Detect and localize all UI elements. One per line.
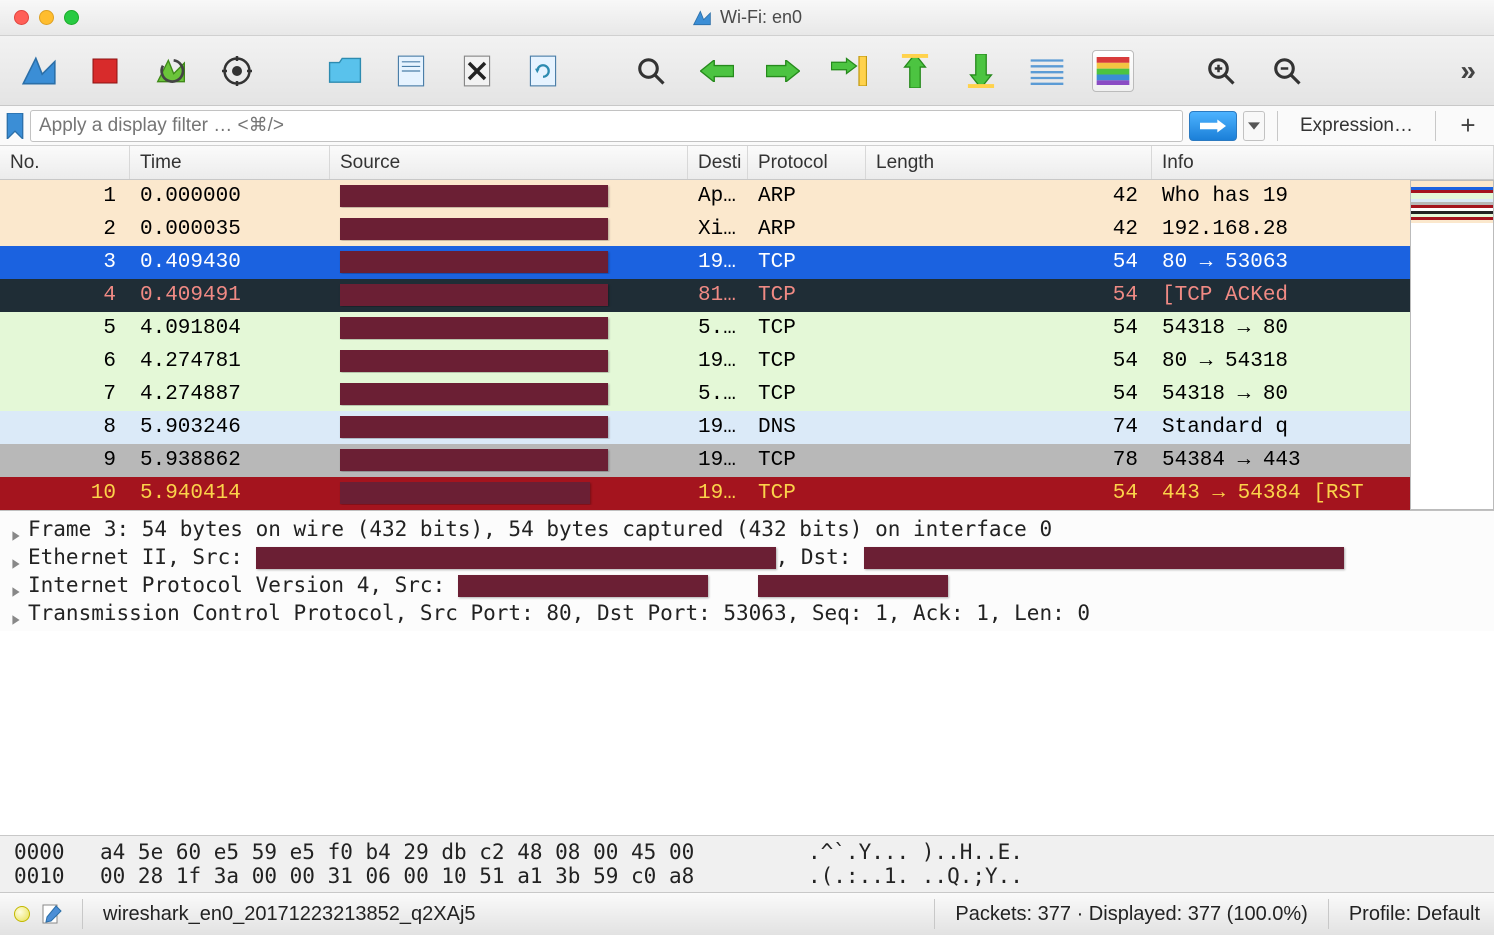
window-title-text: Wi-Fi: en0 xyxy=(720,7,802,28)
status-packet-count: Packets: 377 · Displayed: 377 (100.0%) xyxy=(955,903,1307,926)
window-titlebar: Wi-Fi: en0 xyxy=(0,0,1494,36)
expand-icon[interactable] xyxy=(10,579,22,591)
expand-icon[interactable] xyxy=(10,607,22,619)
add-filter-button[interactable]: + xyxy=(1448,110,1488,141)
column-length[interactable]: Length xyxy=(866,146,1152,179)
table-row[interactable]: 10.000000Ap…ARP42Who has 19 xyxy=(0,180,1494,213)
open-file-button[interactable] xyxy=(324,50,366,92)
status-profile[interactable]: Profile: Default xyxy=(1349,903,1480,926)
table-row[interactable]: 74.2748875.…TCP5454318 → 80 xyxy=(0,378,1494,411)
detail-frame[interactable]: Frame 3: 54 bytes on wire (432 bits), 54… xyxy=(10,515,1490,543)
expression-button[interactable]: Expression… xyxy=(1290,115,1423,137)
go-forward-button[interactable] xyxy=(762,50,804,92)
auto-scroll-button[interactable] xyxy=(1026,50,1068,92)
wireshark-icon xyxy=(692,8,712,28)
main-toolbar: » xyxy=(0,36,1494,106)
reload-file-button[interactable] xyxy=(522,50,564,92)
status-bar: wireshark_en0_20171223213852_q2XAj5 Pack… xyxy=(0,892,1494,935)
table-row[interactable]: 54.0918045.…TCP5454318 → 80 xyxy=(0,312,1494,345)
detail-ethernet-text: Ethernet II, Src: , Dst: xyxy=(28,545,1344,569)
apply-filter-button[interactable] xyxy=(1189,111,1237,141)
column-source[interactable]: Source xyxy=(330,146,688,179)
capture-options-button[interactable] xyxy=(216,50,258,92)
status-file-name: wireshark_en0_20171223213852_q2XAj5 xyxy=(103,903,914,926)
detail-ethernet[interactable]: Ethernet II, Src: , Dst: xyxy=(10,543,1490,571)
find-packet-button[interactable] xyxy=(630,50,672,92)
column-info[interactable]: Info xyxy=(1152,146,1494,179)
wireshark-logo-icon[interactable] xyxy=(18,50,60,92)
go-back-button[interactable] xyxy=(696,50,738,92)
display-filter-bar: Expression… + xyxy=(0,106,1494,146)
zoom-in-button[interactable] xyxy=(1200,50,1242,92)
expand-icon[interactable] xyxy=(10,523,22,535)
packet-list-header: No. Time Source Desti Protocol Length In… xyxy=(0,146,1494,180)
restart-capture-button[interactable] xyxy=(150,50,192,92)
save-file-button[interactable] xyxy=(390,50,432,92)
column-no[interactable]: No. xyxy=(0,146,130,179)
detail-ip-text: Internet Protocol Version 4, Src: xyxy=(28,573,948,597)
go-to-packet-button[interactable] xyxy=(828,50,870,92)
stop-capture-button[interactable] xyxy=(84,50,126,92)
window-title: Wi-Fi: en0 xyxy=(0,7,1494,28)
table-row[interactable]: 30.40943019…TCP5480 → 53063 xyxy=(0,246,1494,279)
packet-minimap[interactable] xyxy=(1410,180,1494,510)
detail-tcp-text: Transmission Control Protocol, Src Port:… xyxy=(28,601,1090,625)
expert-info-indicator[interactable] xyxy=(14,906,30,922)
table-row[interactable]: 20.000035Xi…ARP42192.168.28 xyxy=(0,213,1494,246)
table-row[interactable]: 64.27478119…TCP5480 → 54318 xyxy=(0,345,1494,378)
column-time[interactable]: Time xyxy=(130,146,330,179)
close-file-button[interactable] xyxy=(456,50,498,92)
packet-list[interactable]: 10.000000Ap…ARP42Who has 1920.000035Xi…A… xyxy=(0,180,1494,510)
display-filter-input[interactable] xyxy=(30,110,1183,142)
detail-tcp[interactable]: Transmission Control Protocol, Src Port:… xyxy=(10,599,1490,627)
edit-capture-comment-icon[interactable] xyxy=(42,904,62,924)
detail-frame-text: Frame 3: 54 bytes on wire (432 bits), 54… xyxy=(28,517,1052,541)
go-first-packet-button[interactable] xyxy=(894,50,936,92)
colorize-button[interactable] xyxy=(1092,50,1134,92)
column-protocol[interactable]: Protocol xyxy=(748,146,866,179)
column-destination[interactable]: Desti xyxy=(688,146,748,179)
go-last-packet-button[interactable] xyxy=(960,50,1002,92)
hex-line[interactable]: 001000 28 1f 3a 00 00 31 06 00 10 51 a1 … xyxy=(14,864,1480,888)
table-row[interactable]: 95.93886219…TCP7854384 → 443 xyxy=(0,444,1494,477)
expand-icon[interactable] xyxy=(10,551,22,563)
toolbar-overflow-icon[interactable]: » xyxy=(1460,55,1476,87)
table-row[interactable]: 105.94041419…TCP54443 → 54384 [RST xyxy=(0,477,1494,510)
hex-line[interactable]: 0000a4 5e 60 e5 59 e5 f0 b4 29 db c2 48 … xyxy=(14,840,1480,864)
table-row[interactable]: 40.40949181…TCP54[TCP ACKed xyxy=(0,279,1494,312)
detail-ip[interactable]: Internet Protocol Version 4, Src: xyxy=(10,571,1490,599)
table-row[interactable]: 85.90324619…DNS74Standard q xyxy=(0,411,1494,444)
bookmark-icon[interactable] xyxy=(6,113,24,139)
filter-dropdown-button[interactable] xyxy=(1243,111,1265,141)
packet-details-pane[interactable]: Frame 3: 54 bytes on wire (432 bits), 54… xyxy=(0,510,1494,631)
zoom-out-button[interactable] xyxy=(1266,50,1308,92)
packet-bytes-pane[interactable]: 0000a4 5e 60 e5 59 e5 f0 b4 29 db c2 48 … xyxy=(0,835,1494,892)
